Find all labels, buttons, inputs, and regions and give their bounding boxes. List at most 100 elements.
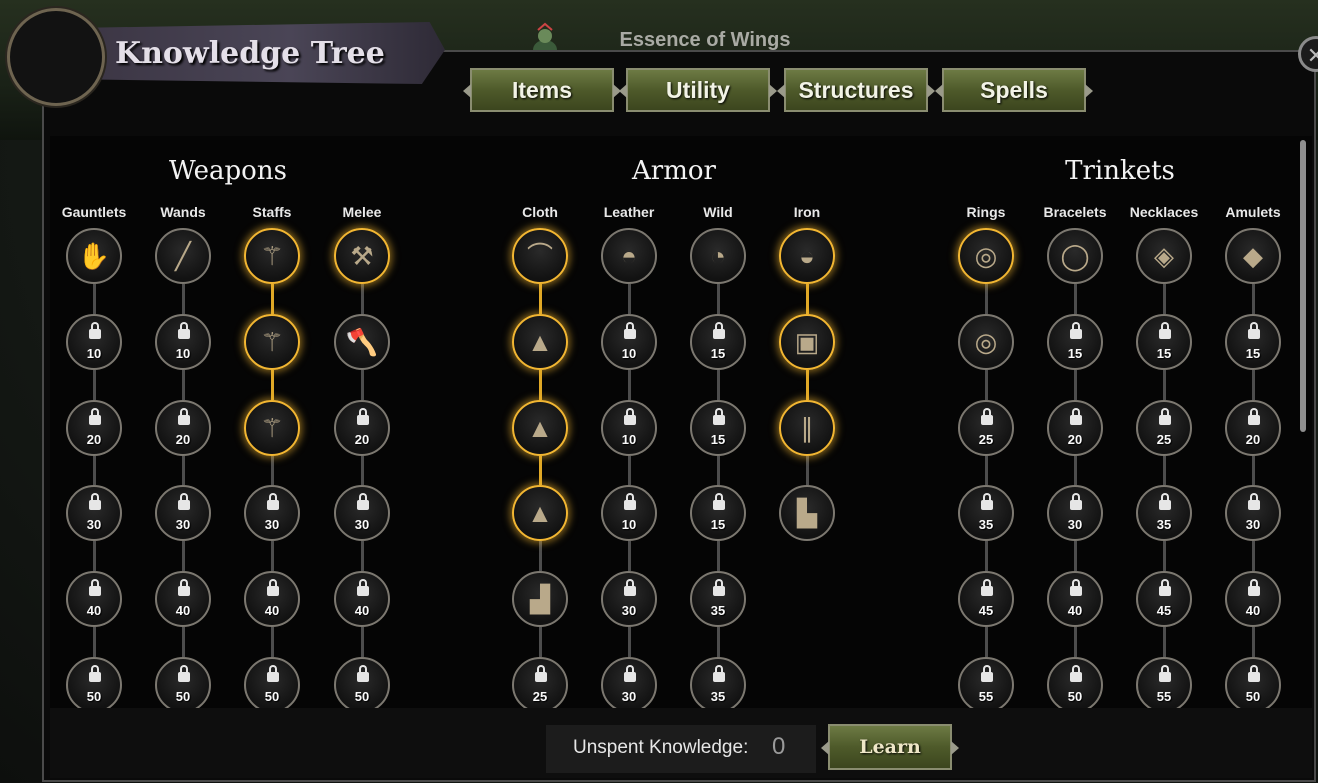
skill-node-cloth[interactable]: ⌒	[512, 228, 568, 284]
skill-node-bracelets[interactable]: 40	[1047, 571, 1103, 627]
skill-node-gauntlets[interactable]: 30	[66, 485, 122, 541]
skill-node-necklaces[interactable]: ◈	[1136, 228, 1192, 284]
skill-node-leather[interactable]: 10	[601, 314, 657, 370]
skill-node-wild[interactable]: 15	[690, 314, 746, 370]
skill-node-bracelets[interactable]: 20	[1047, 400, 1103, 456]
node-cost: 25	[532, 689, 548, 704]
tree-connector	[717, 284, 720, 314]
tree-connector	[182, 627, 185, 657]
column-label-cloth: Cloth	[522, 204, 558, 220]
skill-node-bracelets[interactable]: 15	[1047, 314, 1103, 370]
skill-node-melee[interactable]: 40	[334, 571, 390, 627]
skill-node-cloth[interactable]: ▲	[512, 400, 568, 456]
skill-node-wands[interactable]: ╱	[155, 228, 211, 284]
node-cost: 35	[1156, 517, 1172, 532]
skill-node-staffs[interactable]: 40	[244, 571, 300, 627]
skill-node-staffs[interactable]: 50	[244, 657, 300, 708]
skill-node-necklaces[interactable]: 25	[1136, 400, 1192, 456]
skill-node-amulets[interactable]: 40	[1225, 571, 1281, 627]
lock-icon	[624, 493, 636, 510]
tree-area[interactable]	[50, 136, 1312, 708]
skill-node-cloth[interactable]: ▲	[512, 314, 568, 370]
skill-node-bracelets[interactable]: 50	[1047, 657, 1103, 708]
skill-node-necklaces[interactable]: 35	[1136, 485, 1192, 541]
skill-node-leather[interactable]: 10	[601, 485, 657, 541]
lock-icon	[267, 493, 279, 510]
skill-node-staffs[interactable]: ⚚	[244, 314, 300, 370]
skill-node-amulets[interactable]: 20	[1225, 400, 1281, 456]
unspent-knowledge-value: 0	[772, 733, 786, 760]
tree-connector	[361, 284, 364, 314]
skill-node-rings[interactable]: 45	[958, 571, 1014, 627]
skill-node-cloth[interactable]: 25	[512, 657, 568, 708]
skill-node-staffs[interactable]: ⚚	[244, 400, 300, 456]
skill-node-amulets[interactable]: 50	[1225, 657, 1281, 708]
skill-node-melee[interactable]: 20	[334, 400, 390, 456]
tree-connector	[93, 456, 96, 485]
skill-node-bracelets[interactable]: 30	[1047, 485, 1103, 541]
tree-connector	[1074, 284, 1077, 314]
column-label-necklaces: Necklaces	[1129, 204, 1199, 220]
skill-node-wild[interactable]: 15	[690, 485, 746, 541]
skill-node-melee[interactable]: ⚒	[334, 228, 390, 284]
skill-node-leather[interactable]: 10	[601, 400, 657, 456]
skill-node-gauntlets[interactable]: 50	[66, 657, 122, 708]
skill-node-rings[interactable]: 35	[958, 485, 1014, 541]
skill-node-melee[interactable]: 50	[334, 657, 390, 708]
skill-node-rings[interactable]: 55	[958, 657, 1014, 708]
skill-node-wands[interactable]: 50	[155, 657, 211, 708]
tab-spells[interactable]: Spells	[935, 68, 1093, 112]
chestplate-icon: ▣	[794, 327, 820, 357]
tab-items[interactable]: Items	[463, 68, 621, 112]
skill-node-cloth[interactable]: ▲	[512, 485, 568, 541]
skill-node-rings[interactable]: ◎	[958, 228, 1014, 284]
skill-node-wands[interactable]: 10	[155, 314, 211, 370]
skill-node-gauntlets[interactable]: 20	[66, 400, 122, 456]
skill-node-wild[interactable]: 15	[690, 400, 746, 456]
skill-node-amulets[interactable]: 30	[1225, 485, 1281, 541]
skill-node-gauntlets[interactable]: 10	[66, 314, 122, 370]
tree-connector	[628, 627, 631, 657]
skill-node-staffs[interactable]: 30	[244, 485, 300, 541]
skill-node-rings[interactable]: 25	[958, 400, 1014, 456]
skill-node-iron[interactable]: ▣	[779, 314, 835, 370]
column-label-iron: Iron	[793, 204, 821, 220]
learn-button[interactable]: Learn	[821, 724, 959, 770]
skill-node-amulets[interactable]: 15	[1225, 314, 1281, 370]
tab-utility[interactable]: Utility	[619, 68, 777, 112]
skill-node-melee[interactable]: 30	[334, 485, 390, 541]
tree-connector	[539, 456, 542, 485]
skill-node-gauntlets[interactable]: 40	[66, 571, 122, 627]
skill-node-wands[interactable]: 40	[155, 571, 211, 627]
skill-node-wild[interactable]: 35	[690, 571, 746, 627]
skill-node-iron[interactable]: ▙	[779, 485, 835, 541]
node-cost: 15	[1067, 346, 1083, 361]
scrollbar[interactable]	[1300, 140, 1306, 432]
section-title-armor: Armor	[632, 156, 716, 186]
skill-node-rings[interactable]: ◎	[958, 314, 1014, 370]
skill-node-wild[interactable]: 35	[690, 657, 746, 708]
tree-connector	[271, 370, 274, 400]
skill-node-iron[interactable]: ∥	[779, 400, 835, 456]
staff-icon: ⚚	[260, 413, 284, 443]
tree-connector	[1163, 456, 1166, 485]
skill-node-iron[interactable]: ◒	[779, 228, 835, 284]
skill-node-leather[interactable]: 30	[601, 657, 657, 708]
skill-node-wands[interactable]: 20	[155, 400, 211, 456]
lock-icon	[624, 665, 636, 682]
skill-node-wands[interactable]: 30	[155, 485, 211, 541]
skill-node-necklaces[interactable]: 15	[1136, 314, 1192, 370]
skill-node-bracelets[interactable]: ◯	[1047, 228, 1103, 284]
tab-structures[interactable]: Structures	[777, 68, 935, 112]
skill-node-gauntlets[interactable]: ✋	[66, 228, 122, 284]
skill-node-melee[interactable]: 🪓	[334, 314, 390, 370]
skill-node-leather[interactable]: 30	[601, 571, 657, 627]
skill-node-staffs[interactable]: ⚚	[244, 228, 300, 284]
lock-icon	[1248, 408, 1260, 425]
skill-node-cloth[interactable]: ▟	[512, 571, 568, 627]
skill-node-necklaces[interactable]: 55	[1136, 657, 1192, 708]
skill-node-wild[interactable]: ◔	[690, 228, 746, 284]
skill-node-necklaces[interactable]: 45	[1136, 571, 1192, 627]
skill-node-leather[interactable]: ◓	[601, 228, 657, 284]
skill-node-amulets[interactable]: ◆	[1225, 228, 1281, 284]
